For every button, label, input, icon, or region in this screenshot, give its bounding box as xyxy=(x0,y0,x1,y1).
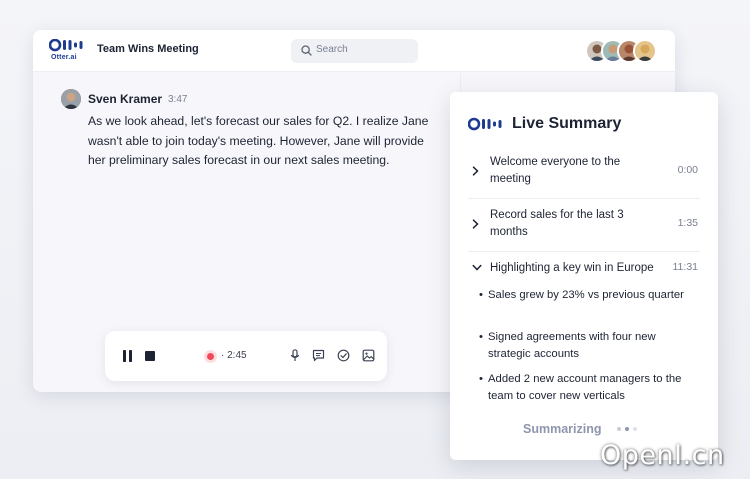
microphone-icon[interactable] xyxy=(289,349,301,362)
summary-bullet-text: Sales grew by 23% vs previous quarter xyxy=(488,289,684,301)
summary-item-time[interactable]: 11:31 xyxy=(673,261,699,273)
otter-logo[interactable]: Otter.ai xyxy=(49,39,87,65)
live-summary-panel: Live Summary Welcome everyone to the mee… xyxy=(450,92,718,460)
recording-timer: · 2:45 xyxy=(221,350,247,361)
summary-item-label: Record sales for the last 3 months xyxy=(490,209,624,239)
summarizing-status: Summarizing xyxy=(523,422,602,436)
checkmark-circle-icon[interactable] xyxy=(337,349,350,362)
summary-bullet-text: Added 2 new account managers to the team… xyxy=(488,373,682,403)
divider xyxy=(468,198,700,199)
speaker-name[interactable]: Sven Kramer xyxy=(88,92,162,106)
summary-title: Live Summary xyxy=(512,115,622,132)
summary-bullet-text: Signed agreements with four new strategi… xyxy=(488,331,656,361)
summary-bullet: • Sales grew by 23% vs previous quarter xyxy=(479,287,688,304)
otter-logo-icon xyxy=(468,117,502,131)
summary-item-label: Highlighting a key win in Europe xyxy=(490,262,654,274)
meeting-title: Team Wins Meeting xyxy=(97,43,199,55)
transcript-text: As we look ahead, let's forecast our sal… xyxy=(88,114,429,168)
chevron-right-icon xyxy=(472,166,479,176)
top-bar: Otter.ai Team Wins Meeting Search xyxy=(33,30,675,72)
divider xyxy=(468,251,700,252)
summary-item[interactable]: Record sales for the last 3 months 1:35 xyxy=(468,207,700,247)
summary-item-label: Welcome everyone to the meeting xyxy=(490,156,621,186)
search-placeholder: Search xyxy=(316,44,348,55)
search-input[interactable]: Search xyxy=(291,39,418,63)
summary-item[interactable]: Highlighting a key win in Europe 11:31 xyxy=(468,260,700,280)
comment-icon[interactable] xyxy=(312,349,325,362)
search-icon xyxy=(301,45,312,56)
summary-item[interactable]: Welcome everyone to the meeting 0:00 xyxy=(468,154,700,194)
summary-bullet: • Signed agreements with four new strate… xyxy=(479,329,688,364)
summary-bullet: • Added 2 new account managers to the te… xyxy=(479,371,688,406)
stop-icon[interactable] xyxy=(145,351,155,361)
chevron-right-icon xyxy=(472,219,479,229)
summary-item-time[interactable]: 1:35 xyxy=(678,217,698,229)
speaker-timestamp[interactable]: 3:47 xyxy=(168,94,187,105)
pause-icon[interactable] xyxy=(122,350,133,362)
summary-item-time[interactable]: 0:00 xyxy=(678,164,698,176)
recording-indicator xyxy=(207,353,214,360)
bullet-dot: • xyxy=(479,289,483,301)
avatar[interactable] xyxy=(633,39,657,63)
recording-controls: · 2:45 xyxy=(105,331,387,381)
bullet-dot: • xyxy=(479,373,483,385)
otter-logo-icon xyxy=(49,39,83,52)
chevron-down-icon xyxy=(472,264,482,271)
bullet-dot: • xyxy=(479,331,483,343)
avatar xyxy=(61,89,81,109)
elapsed-time: 2:45 xyxy=(227,350,247,361)
logo-text: Otter.ai xyxy=(51,54,77,61)
image-icon[interactable] xyxy=(362,349,375,362)
watermark: OpenI.cn xyxy=(600,440,725,471)
